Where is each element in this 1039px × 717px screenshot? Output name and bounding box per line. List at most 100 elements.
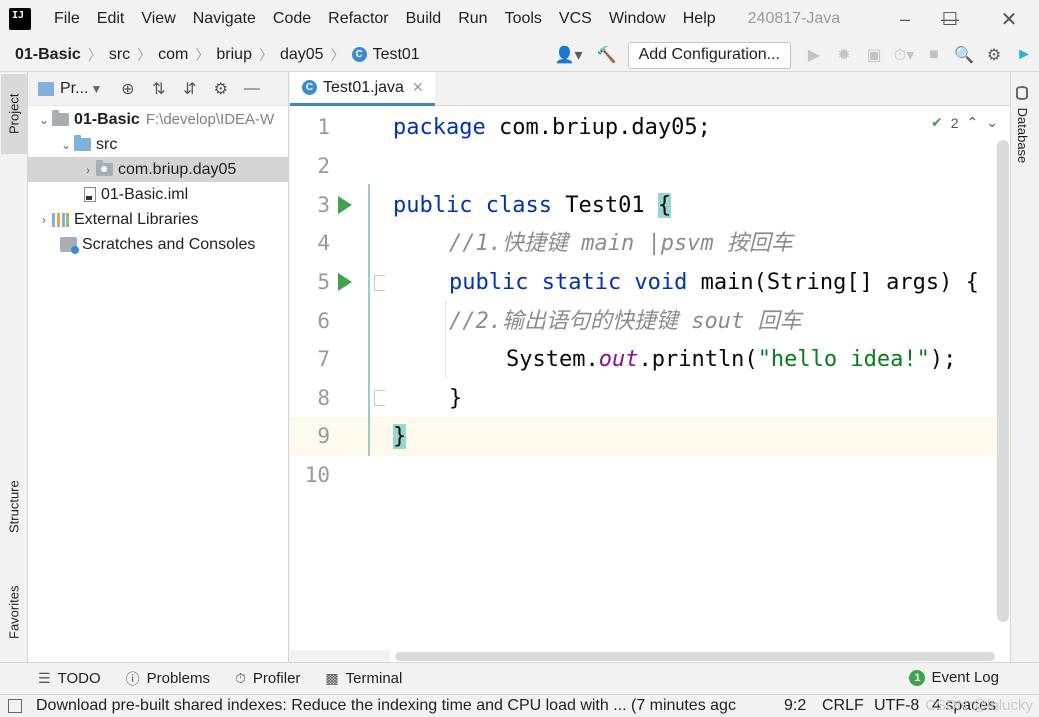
settings-gear-icon[interactable]: ⚙ — [979, 40, 1009, 70]
tab-project[interactable]: Project — [1, 74, 27, 154]
menu-refactor[interactable]: Refactor — [319, 10, 396, 28]
collapse-all-icon[interactable]: ⇵ — [174, 75, 205, 103]
breadcrumb-project[interactable]: 01-Basic — [15, 46, 81, 64]
user-account-icon[interactable]: 👤▾ — [554, 40, 584, 70]
stop-icon[interactable]: ■ — [919, 40, 949, 70]
menu-build[interactable]: Build — [397, 10, 450, 28]
run-icon[interactable]: ▶ — [799, 40, 829, 70]
chevron-down-icon[interactable]: ▼ — [90, 82, 102, 96]
breadcrumb-separator: 〉 — [87, 46, 102, 63]
chevron-up-icon[interactable]: ⌃ — [967, 114, 979, 131]
settings-gear-icon[interactable]: ⚙ — [205, 75, 236, 103]
profile-icon[interactable]: ⏱▾ — [889, 40, 919, 70]
project-view-selector[interactable]: Pr... — [60, 80, 88, 98]
tab-favorites[interactable]: Favorites — [3, 572, 25, 652]
tree-item-project-root[interactable]: ⌄ 01-Basic F:\develop\IDEA-W — [28, 107, 288, 132]
project-panel: Pr... ▼ ⊕ ⇅ ⇵ ⚙ — ⌄ 01-Basic F:\develop\… — [28, 72, 289, 662]
intellij-logo-icon[interactable]: IJ — [7, 6, 33, 32]
add-configuration-button[interactable]: Add Configuration... — [627, 41, 791, 69]
expand-all-icon[interactable]: ⇅ — [143, 75, 174, 103]
code-line-9: } — [393, 424, 407, 449]
terminal-icon: ▩ — [325, 670, 339, 686]
tab-todo[interactable]: ☰ TODO — [38, 670, 101, 687]
tab-profiler[interactable]: ⏱ Profiler — [235, 670, 300, 687]
editor-tab-test01[interactable]: C Test01.java ✕ — [290, 72, 435, 106]
tab-structure-label: Structure — [6, 480, 22, 534]
scratches-icon — [60, 237, 79, 254]
caret-row-highlight — [385, 417, 1010, 456]
chevron-right-icon[interactable]: › — [80, 163, 96, 177]
tree-item-scratches[interactable]: Scratches and Consoles — [28, 232, 288, 257]
chevron-right-icon[interactable]: › — [36, 213, 52, 227]
hide-panel-icon[interactable]: — — [236, 75, 267, 103]
run-class-icon[interactable] — [338, 196, 352, 214]
profiler-icon: ⏱ — [234, 670, 246, 686]
right-tool-strip: Database — [1010, 72, 1039, 662]
menu-edit[interactable]: Edit — [88, 10, 133, 28]
line-ending-selector[interactable]: CRLF — [822, 695, 864, 717]
menu-run[interactable]: Run — [449, 10, 495, 28]
chevron-down-icon[interactable]: ⌄ — [58, 138, 74, 152]
inspection-widget[interactable]: ✔ 2 ⌃ ⌄ — [931, 114, 998, 131]
caret-position[interactable]: 9:2 — [784, 695, 806, 717]
tab-structure[interactable]: Structure — [3, 467, 25, 547]
editor-gutter: 1 2 3 4 5 6 7 8 9 10 — [290, 106, 390, 650]
horizontal-scrollbar[interactable] — [395, 652, 995, 661]
encoding-selector[interactable]: UTF-8 — [874, 695, 919, 717]
tab-database[interactable]: Database — [1015, 86, 1030, 163]
tree-item-package[interactable]: › com.briup.day05 — [28, 157, 288, 182]
breadcrumb-separator: 〉 — [258, 46, 273, 63]
status-message[interactable]: Download pre-built shared indexes: Reduc… — [36, 695, 748, 717]
menu-tools[interactable]: Tools — [496, 10, 550, 28]
database-icon — [1016, 86, 1028, 100]
tab-event-log[interactable]: 1 Event Log — [909, 669, 999, 686]
menu-code[interactable]: Code — [264, 10, 319, 28]
vertical-scrollbar[interactable] — [997, 140, 1009, 622]
list-icon: ☰ — [38, 670, 51, 686]
maximize-icon[interactable]: ☐ — [927, 0, 973, 38]
breadcrumb-separator: 〉 — [137, 46, 152, 63]
menu-navigate[interactable]: Navigate — [184, 10, 264, 28]
breadcrumb-day05[interactable]: day05 — [280, 46, 324, 64]
line-number: 8 — [317, 386, 330, 410]
tab-project-label: Project — [6, 93, 22, 135]
coverage-icon[interactable]: ▣ — [859, 40, 889, 70]
search-icon[interactable]: 🔍 — [949, 40, 979, 70]
menu-vcs[interactable]: VCS — [550, 10, 600, 28]
breadcrumb-separator: 〉 — [195, 46, 210, 63]
code-editor[interactable]: package com.briup.day05; public class Te… — [385, 106, 1010, 650]
tree-item-external-libraries[interactable]: › External Libraries — [28, 207, 288, 232]
libraries-icon — [52, 212, 69, 227]
line-number: 7 — [317, 347, 330, 371]
menu-file[interactable]: File — [45, 10, 88, 28]
breadcrumb-briup[interactable]: briup — [216, 46, 252, 64]
close-tab-icon[interactable]: ✕ — [412, 79, 424, 96]
breadcrumb-src[interactable]: src — [109, 46, 130, 64]
toggle-tool-windows-icon[interactable] — [8, 699, 22, 713]
debug-icon[interactable]: ✹ — [829, 40, 859, 70]
left-tool-strip: Project Structure Favorites — [0, 72, 28, 662]
chevron-down-icon[interactable]: ⌄ — [986, 114, 998, 131]
line-number: 10 — [304, 463, 330, 487]
tree-item-path: F:\develop\IDEA-W — [145, 111, 275, 128]
run-main-icon[interactable] — [338, 273, 352, 291]
menu-help[interactable]: Help — [674, 10, 724, 28]
toolbox-icon[interactable]: ► — [1009, 40, 1039, 70]
code-line-5: public static void main(String[] args) { — [449, 270, 979, 295]
tab-problems[interactable]: ⓘ Problems — [126, 669, 210, 689]
tree-item-src[interactable]: ⌄ src — [28, 132, 288, 157]
tree-item-iml[interactable]: 01-Basic.iml — [28, 182, 288, 207]
close-icon[interactable]: ✕ — [986, 0, 1032, 38]
watermark: CSDN @lnlucky — [925, 697, 1033, 714]
tab-terminal[interactable]: ▩ Terminal — [325, 670, 402, 687]
event-count-badge: 1 — [909, 669, 926, 686]
build-hammer-icon[interactable]: 🔨 — [592, 40, 622, 70]
module-folder-icon — [52, 110, 69, 126]
locate-target-icon[interactable]: ⊕ — [112, 75, 143, 103]
minimize-icon[interactable]: – — [882, 0, 928, 38]
breadcrumb-test01[interactable]: C Test01 — [351, 46, 420, 64]
breadcrumb-com[interactable]: com — [158, 46, 188, 64]
menu-view[interactable]: View — [132, 10, 183, 28]
chevron-down-icon[interactable]: ⌄ — [36, 113, 52, 127]
menu-window[interactable]: Window — [600, 10, 674, 28]
